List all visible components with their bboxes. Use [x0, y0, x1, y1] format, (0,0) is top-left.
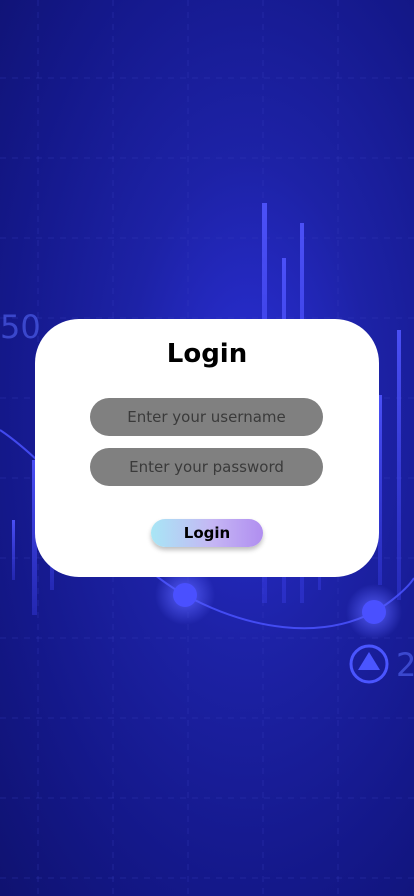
- login-button[interactable]: Login: [151, 519, 263, 547]
- page-title: Login: [166, 339, 248, 369]
- login-screen: 50 2 Login Login: [0, 0, 414, 896]
- login-card: Login Login: [35, 319, 379, 577]
- up-arrow-icon: [349, 644, 389, 684]
- chart-dot: [173, 583, 197, 607]
- username-input[interactable]: [90, 398, 323, 436]
- password-input[interactable]: [90, 448, 323, 486]
- chart-dot: [362, 600, 386, 624]
- background-number-right: 2: [396, 646, 414, 684]
